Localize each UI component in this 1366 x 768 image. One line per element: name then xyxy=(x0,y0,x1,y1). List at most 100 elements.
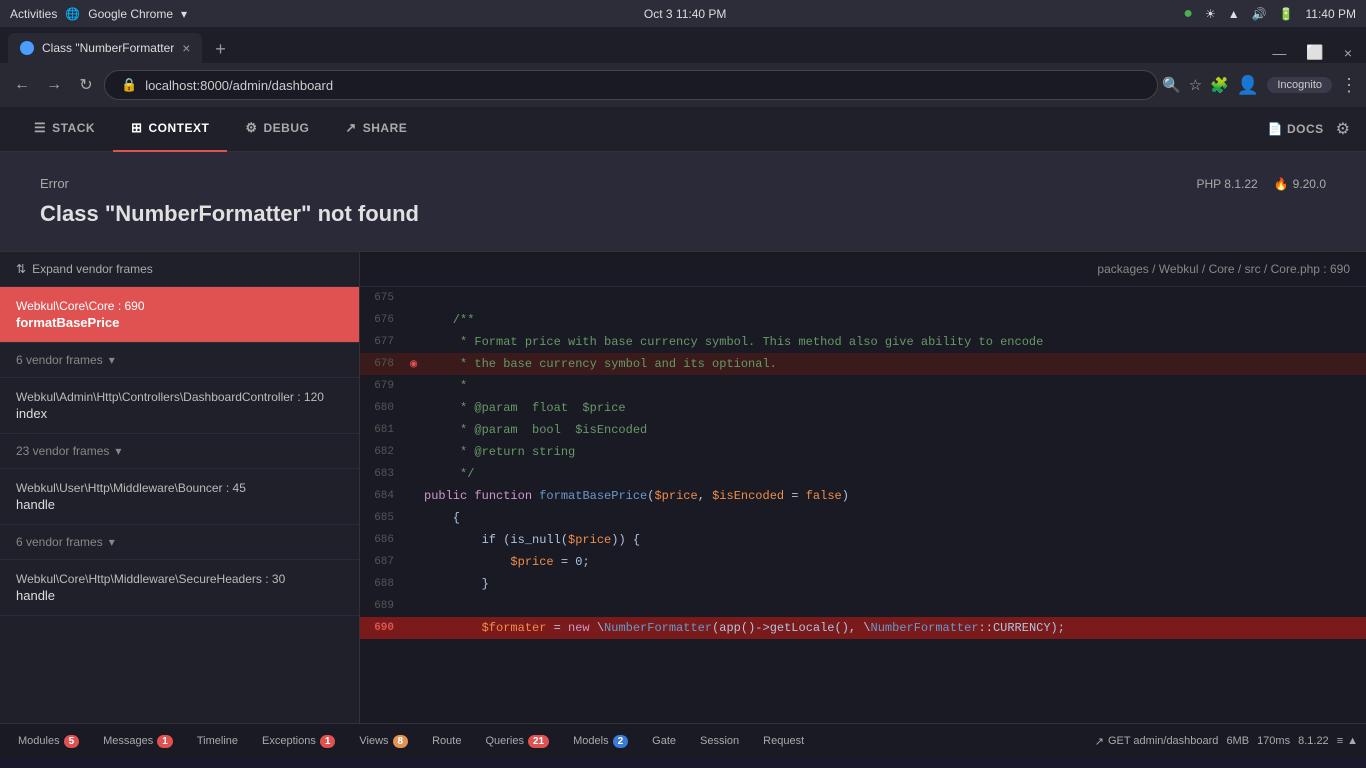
code-line-689: 689 xyxy=(360,595,1366,617)
time-label: 11:40 PM xyxy=(1306,7,1356,21)
error-versions: PHP 8.1.22 🔥 9.20.0 xyxy=(1197,177,1326,191)
incognito-avatar[interactable]: 👤 xyxy=(1237,75,1259,96)
docs-icon: 📄 xyxy=(1268,122,1283,136)
app-icon: 🌐 xyxy=(65,7,80,21)
bb-gate-label: Gate xyxy=(652,735,676,747)
tab-share[interactable]: ↗ SHARE xyxy=(327,107,425,152)
app-menu-chevron[interactable]: ▾ xyxy=(181,7,187,21)
stack-frame-1[interactable]: Webkul\Admin\Http\Controllers\DashboardC… xyxy=(0,378,359,434)
bb-session[interactable]: Session xyxy=(690,731,749,751)
bb-right-route: ↗ GET admin/dashboard xyxy=(1095,735,1219,748)
bb-models-label: Models xyxy=(573,735,608,747)
code-file-path: packages / Webkul / Core / src / Core.ph… xyxy=(360,252,1366,287)
chrome-close-button[interactable]: × xyxy=(1338,43,1358,63)
docs-label: DOCS xyxy=(1287,122,1324,136)
tab-extras: — ⬜ × xyxy=(1266,42,1358,63)
stack-frame-0[interactable]: Webkul\Core\Core : 690 formatBasePrice xyxy=(0,287,359,343)
tab-close-button[interactable]: × xyxy=(182,40,190,56)
bb-views[interactable]: Views 8 xyxy=(349,731,418,752)
code-viewer: packages / Webkul / Core / src / Core.ph… xyxy=(360,252,1366,723)
browser-chrome: Class "NumberFormatter × + — ⬜ × ← → ↻ 🔒… xyxy=(0,27,1366,107)
context-icon: ⊞ xyxy=(131,120,142,136)
chrome-minimize-button[interactable]: — xyxy=(1266,43,1292,63)
tab-bar: Class "NumberFormatter × + — ⬜ × xyxy=(0,27,1366,63)
bb-right-route-text: GET admin/dashboard xyxy=(1108,735,1218,747)
stack-area: ⇅ Expand vendor frames Webkul\Core\Core … xyxy=(0,252,1366,723)
bb-models[interactable]: Models 2 xyxy=(563,731,638,752)
vendor-chevron-0: ▾ xyxy=(109,353,115,367)
bb-request[interactable]: Request xyxy=(753,731,814,751)
frame-class-0: Webkul\Core\Core : 690 xyxy=(16,299,343,313)
bb-queries-badge: 21 xyxy=(528,735,549,748)
address-input-container[interactable]: 🔒 localhost:8000/admin/dashboard xyxy=(104,70,1158,100)
code-line-686: 686 if (is_null($price)) { xyxy=(360,529,1366,551)
bb-modules-label: Modules xyxy=(18,735,60,747)
bb-modules-badge: 5 xyxy=(64,735,80,748)
bb-right-memory-text: 6MB xyxy=(1226,735,1249,747)
browser-menu-icon[interactable]: ⋮ xyxy=(1340,75,1358,96)
activities-label[interactable]: Activities xyxy=(10,7,57,21)
bb-modules[interactable]: Modules 5 xyxy=(8,731,89,752)
new-tab-button[interactable]: + xyxy=(206,35,234,63)
error-meta: Error PHP 8.1.22 🔥 9.20.0 xyxy=(40,176,1326,191)
stack-middleware-frame-0[interactable]: Webkul\User\Http\Middleware\Bouncer : 45… xyxy=(0,469,359,525)
bb-exceptions-badge: 1 xyxy=(320,735,336,748)
toolbar-right: 📄 DOCS ⚙ xyxy=(1268,119,1350,139)
bb-messages-label: Messages xyxy=(103,735,153,747)
bb-exceptions[interactable]: Exceptions 1 xyxy=(252,731,345,752)
bb-right-time: 170ms xyxy=(1257,735,1290,747)
toolbar-tabs: ☰ STACK ⊞ CONTEXT ⚙ DEBUG ↗ SHARE xyxy=(16,107,425,152)
settings-small-icon[interactable]: ≡ xyxy=(1337,735,1343,747)
extensions-icon[interactable]: 🧩 xyxy=(1210,76,1229,94)
bb-route[interactable]: Route xyxy=(422,731,471,751)
vendor-group-1[interactable]: 23 vendor frames ▾ xyxy=(0,434,359,469)
collapse-icon[interactable]: ▲ xyxy=(1347,735,1358,747)
middleware-method-1: handle xyxy=(16,588,343,603)
os-bar-center: Oct 3 11:40 PM xyxy=(644,7,726,21)
bb-exceptions-label: Exceptions xyxy=(262,735,316,747)
stack-middleware-frame-1[interactable]: Webkul\Core\Http\Middleware\SecureHeader… xyxy=(0,560,359,616)
tab-share-label: SHARE xyxy=(363,121,408,135)
bb-right-php-text: 8.1.22 xyxy=(1298,735,1329,747)
bb-right-time-text: 170ms xyxy=(1257,735,1290,747)
search-icon[interactable]: 🔍 xyxy=(1162,76,1181,94)
bb-messages[interactable]: Messages 1 xyxy=(93,731,183,752)
active-tab[interactable]: Class "NumberFormatter × xyxy=(8,33,202,63)
back-button[interactable]: ← xyxy=(8,71,36,99)
refresh-button[interactable]: ↻ xyxy=(72,71,100,99)
incognito-label: Incognito xyxy=(1277,79,1322,91)
tab-context[interactable]: ⊞ CONTEXT xyxy=(113,107,227,152)
tab-stack[interactable]: ☰ STACK xyxy=(16,107,113,152)
code-line-688: 688 } xyxy=(360,573,1366,595)
tab-title: Class "NumberFormatter xyxy=(42,41,174,55)
bb-queries[interactable]: Queries 21 xyxy=(475,731,559,752)
bookmark-icon[interactable]: ☆ xyxy=(1189,76,1202,94)
forward-button[interactable]: → xyxy=(40,71,68,99)
incognito-badge: Incognito xyxy=(1267,77,1332,93)
app-name-label: Google Chrome xyxy=(88,7,173,21)
docs-link[interactable]: 📄 DOCS xyxy=(1268,122,1324,136)
expand-vendor-button[interactable]: ⇅ Expand vendor frames xyxy=(0,252,359,287)
settings-button[interactable]: ⚙ xyxy=(1336,119,1350,139)
datetime-label: Oct 3 11:40 PM xyxy=(644,7,726,21)
middleware-class-0: Webkul\User\Http\Middleware\Bouncer : 45 xyxy=(16,481,343,495)
vendor-group-2[interactable]: 6 vendor frames ▾ xyxy=(0,525,359,560)
bb-gate[interactable]: Gate xyxy=(642,731,686,751)
chrome-restore-button[interactable]: ⬜ xyxy=(1300,42,1329,63)
bb-right-php: 8.1.22 xyxy=(1298,735,1329,747)
volume-icon[interactable]: 🔊 xyxy=(1252,7,1267,21)
os-bar-left: Activities 🌐 Google Chrome ▾ xyxy=(10,7,187,21)
bb-session-label: Session xyxy=(700,735,739,747)
code-line-690: 690 $formater = new \NumberFormatter(app… xyxy=(360,617,1366,639)
vendor-group-0[interactable]: 6 vendor frames ▾ xyxy=(0,343,359,378)
error-header: Error PHP 8.1.22 🔥 9.20.0 Class "NumberF… xyxy=(0,152,1366,252)
vendor-chevron-1: ▾ xyxy=(115,444,121,458)
bb-timeline[interactable]: Timeline xyxy=(187,731,248,751)
tab-debug[interactable]: ⚙ DEBUG xyxy=(227,107,327,152)
brightness-icon[interactable]: ☀ xyxy=(1205,7,1216,21)
bb-route-icon: ↗ xyxy=(1095,735,1104,748)
wifi-icon[interactable]: ▲ xyxy=(1228,7,1240,21)
stack-left: ⇅ Expand vendor frames Webkul\Core\Core … xyxy=(0,252,360,723)
tab-stack-label: STACK xyxy=(52,121,95,135)
ignition-icon: 🔥 xyxy=(1274,177,1289,191)
